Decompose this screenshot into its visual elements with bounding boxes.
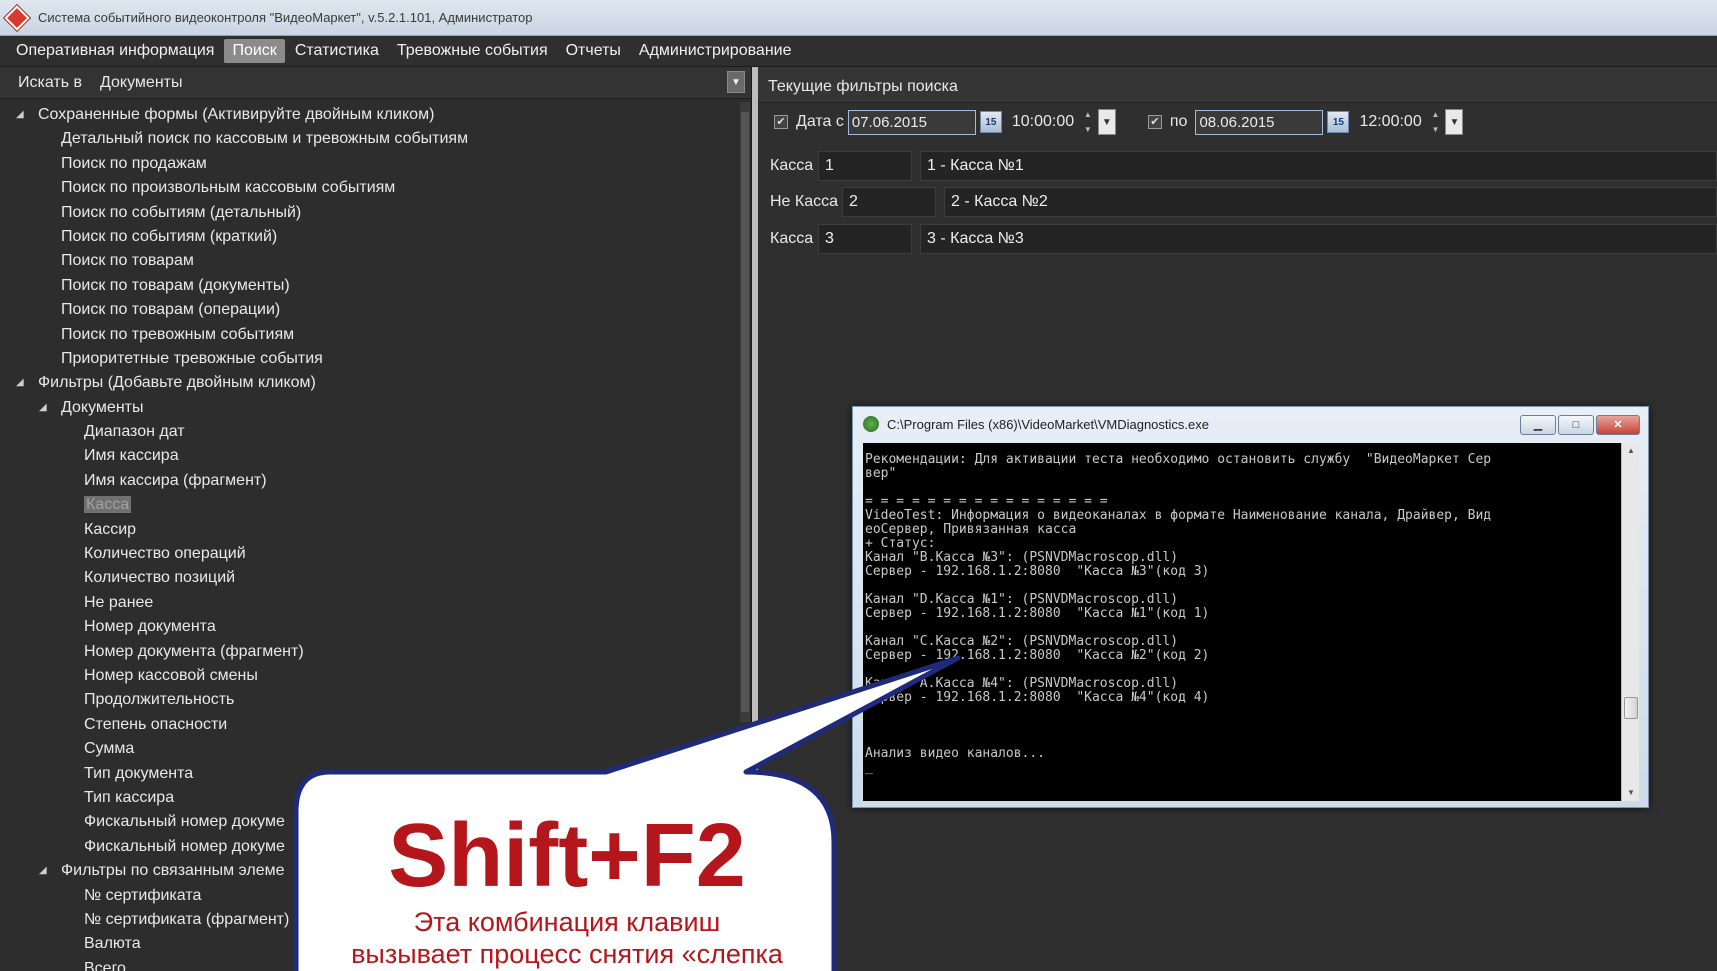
tree-item[interactable]: Поиск по событиям (детальный) [0, 201, 738, 225]
menu-reports[interactable]: Отчеты [558, 39, 629, 63]
app-logo-icon [4, 4, 30, 31]
search-in-row: Искать в Документы ▼ [0, 67, 751, 99]
shortcut-keys: Shift+F2 [388, 806, 746, 906]
maximize-icon[interactable]: □ [1558, 415, 1594, 435]
time-to-spinner[interactable]: ▲ ▼ [1431, 110, 1441, 134]
close-icon[interactable]: ✕ [1596, 415, 1640, 435]
calendar-icon[interactable]: 15 [1327, 111, 1350, 133]
callout-text: Shift+F2 Эта комбинация клавиш вызывает … [300, 806, 834, 970]
expanded-arrow-icon[interactable]: ◢ [16, 103, 24, 127]
date-from-label: Дата с [796, 113, 844, 130]
tree-item[interactable]: Степень опасности [0, 713, 738, 737]
scroll-down-icon[interactable]: ▼ [1622, 785, 1640, 801]
tree-group-saved-forms[interactable]: ◢ Сохраненные формы (Активируйте двойным … [0, 103, 738, 127]
tree-item[interactable]: Количество позиций [0, 566, 738, 590]
tree-item[interactable]: Продолжительность [0, 688, 738, 712]
tree-item[interactable]: Сумма [0, 737, 738, 761]
tree-item[interactable]: Поиск по товарам [0, 249, 738, 273]
main-menu: Оперативная информация Поиск Статистика … [0, 36, 1717, 67]
tree-item[interactable]: Количество операций [0, 542, 738, 566]
scrollbar-thumb[interactable] [741, 112, 749, 712]
filter-code-field[interactable]: 1 [818, 151, 912, 181]
tree-item[interactable]: Поиск по продажам [0, 152, 738, 176]
filter-name-field[interactable]: 1 - Касса №1 [920, 151, 1717, 181]
diagnostics-console-window: C:\Program Files (x86)\VideoMarket\VMDia… [852, 406, 1649, 808]
filter-row: Касса 3 3 - Касса №3 [758, 224, 1717, 254]
date-to-input[interactable]: 08.06.2015 [1195, 109, 1324, 135]
tree-item[interactable]: Поиск по событиям (краткий) [0, 225, 738, 249]
expanded-arrow-icon[interactable]: ◢ [16, 371, 24, 395]
tree-item[interactable]: Кассир [0, 518, 738, 542]
tree-item[interactable]: Поиск по произвольным кассовым событиям [0, 176, 738, 200]
current-filters-header: Текущие фильтры поиска [758, 67, 1717, 103]
tree-item[interactable]: Номер кассовой смены [0, 664, 738, 688]
tree-item[interactable]: Имя кассира (фрагмент) [0, 469, 738, 493]
time-from-spinner[interactable]: ▲ ▼ [1084, 110, 1094, 134]
scroll-up-icon[interactable]: ▲ [1622, 443, 1640, 459]
expanded-arrow-icon[interactable]: ◢ [39, 396, 47, 420]
tree-group-filters[interactable]: ◢ Фильтры (Добавьте двойным кликом) [0, 371, 738, 395]
menu-administration[interactable]: Администрирование [631, 39, 800, 63]
tree-item[interactable]: Номер документа (фрагмент) [0, 640, 738, 664]
tree-item[interactable]: Поиск по тревожным событиям [0, 323, 738, 347]
calendar-icon[interactable]: 15 [979, 111, 1002, 133]
tree-item[interactable]: Номер документа [0, 615, 738, 639]
console-app-icon [863, 416, 879, 432]
date-to-label: по [1169, 113, 1188, 130]
tree-item[interactable]: Приоритетные тревожные события [0, 347, 738, 371]
time-to-input[interactable]: 12:00:00 [1359, 113, 1429, 131]
date-from-input[interactable]: 07.06.2015 [847, 109, 976, 135]
filter-row: Касса 1 1 - Касса №1 [758, 151, 1717, 181]
window-controls: ▁ □ ✕ [1518, 415, 1640, 435]
tree-item[interactable]: Поиск по товарам (документы) [0, 274, 738, 298]
search-in-select[interactable]: Документы [100, 74, 182, 92]
chevron-down-icon[interactable]: ▼ [727, 71, 745, 93]
tree-item[interactable]: Диапазон дат [0, 420, 738, 444]
chevron-down-icon[interactable]: ▼ [1097, 109, 1116, 135]
filter-row-label: Касса [770, 157, 814, 174]
date-to-checkbox[interactable]: ✔ [1147, 115, 1162, 129]
filter-name-field[interactable]: 2 - Касса №2 [944, 187, 1717, 217]
menu-statistics[interactable]: Статистика [287, 39, 387, 63]
console-scrollbar[interactable]: ▲ ▼ [1621, 443, 1639, 801]
tree-item[interactable]: Детальный поиск по кассовым и тревожным … [0, 127, 738, 151]
chevron-down-icon[interactable]: ▼ [1445, 109, 1464, 135]
date-range-row: ✔ Дата с 07.06.2015 15 10:00:00 ▲ ▼ ▼ ✔ п… [758, 105, 1717, 139]
tree-item[interactable]: Имя кассира [0, 444, 738, 468]
menu-operative-info[interactable]: Оперативная информация [8, 39, 222, 63]
window-title: Система событийного видеоконтроля "Видео… [38, 10, 533, 25]
scrollbar-thumb[interactable] [1624, 697, 1638, 719]
window-titlebar: Система событийного видеоконтроля "Видео… [0, 0, 1717, 36]
menu-search[interactable]: Поиск [224, 39, 285, 63]
filter-name-field[interactable]: 3 - Касса №3 [920, 224, 1717, 254]
filter-code-field[interactable]: 3 [818, 224, 912, 254]
tree-group-documents[interactable]: ◢ Документы [0, 396, 738, 420]
console-title: C:\Program Files (x86)\VideoMarket\VMDia… [887, 416, 1209, 432]
search-in-label: Искать в [18, 73, 83, 91]
time-from-input[interactable]: 10:00:00 [1012, 113, 1082, 131]
filter-row: Не Касса 2 2 - Касса №2 [758, 187, 1717, 217]
shortcut-caption: Эта комбинация клавиш вызывает процесс с… [351, 907, 783, 969]
tree-scrollbar[interactable] [740, 102, 750, 722]
menu-alarm-events[interactable]: Тревожные события [389, 39, 556, 63]
filter-row-label: Не Касса [770, 193, 839, 210]
console-output[interactable]: Рекомендации: Для активации теста необхо… [863, 443, 1621, 801]
filter-row-label: Касса [770, 230, 814, 247]
console-text: Рекомендации: Для активации теста необхо… [865, 452, 1492, 775]
expanded-arrow-icon[interactable]: ◢ [39, 859, 47, 883]
filter-code-field[interactable]: 2 [842, 187, 936, 217]
tree-item[interactable]: Тип документа [0, 762, 738, 786]
minimize-icon[interactable]: ▁ [1520, 415, 1556, 435]
tree-item[interactable]: Не ранее [0, 591, 738, 615]
tree-item-selected[interactable]: Касса [0, 493, 738, 517]
tree-item[interactable]: Поиск по товарам (операции) [0, 298, 738, 322]
date-from-checkbox[interactable]: ✔ [774, 115, 788, 129]
